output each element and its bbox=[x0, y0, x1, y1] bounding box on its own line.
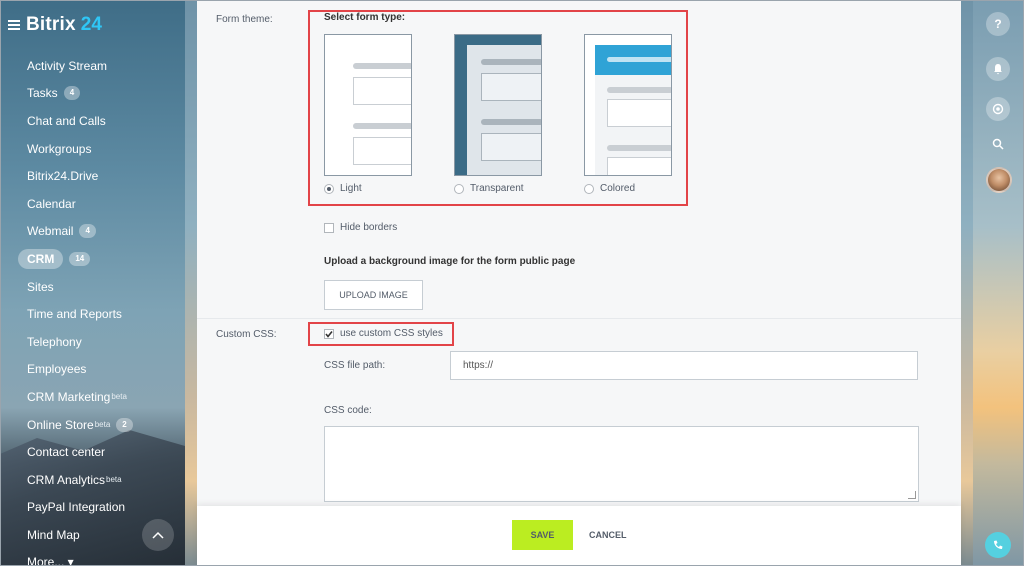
help-icon[interactable]: ? bbox=[986, 12, 1010, 36]
sidebar-item-label: Activity Stream bbox=[27, 58, 108, 73]
sidebar-item-label: Tasks bbox=[27, 86, 58, 101]
use-custom-css-checkbox[interactable]: use custom CSS styles bbox=[324, 328, 443, 339]
phone-icon[interactable] bbox=[985, 532, 1011, 558]
sidebar-item-tasks[interactable]: Tasks 4 bbox=[0, 80, 185, 108]
beta-badge: beta bbox=[106, 475, 122, 485]
logo-name: Bitrix bbox=[26, 14, 76, 35]
sidebar-item-label: Mind Map bbox=[27, 527, 80, 542]
upload-image-button[interactable]: UPLOAD IMAGE bbox=[324, 280, 423, 310]
radio-transparent-label: Transparent bbox=[470, 183, 524, 194]
sidebar-item-crm-analytics[interactable]: CRM Analytics beta bbox=[0, 466, 185, 494]
sidebar-item-label: CRM Analytics bbox=[27, 472, 106, 487]
hide-borders-box[interactable] bbox=[324, 222, 334, 233]
chevron-up-icon bbox=[152, 531, 164, 539]
sidebar-nav: Activity Stream Tasks 4 Chat and Calls Workg… bbox=[0, 52, 185, 566]
theme-thumb-colored[interactable] bbox=[584, 34, 672, 176]
sidebar-item-time-and-reports[interactable]: Time and Reports bbox=[0, 300, 185, 328]
sidebar-item-activity-stream[interactable]: Activity Stream bbox=[0, 52, 185, 80]
use-custom-css-label: use custom CSS styles bbox=[340, 328, 443, 339]
sidebar-item-label: Webmail bbox=[27, 224, 74, 239]
chat-search-icon[interactable] bbox=[986, 97, 1010, 121]
sidebar-item-telephony[interactable]: Telephony bbox=[0, 328, 185, 356]
left-sidebar: Bitrix 24 Activity Stream Tasks 4 Chat and … bbox=[0, 0, 185, 566]
bell-icon[interactable] bbox=[986, 57, 1010, 81]
sidebar-item-sites[interactable]: Sites bbox=[0, 273, 185, 301]
count-badge: 14 bbox=[69, 251, 91, 266]
scroll-up-button[interactable] bbox=[142, 519, 174, 551]
radio-colored[interactable]: Colored bbox=[584, 183, 635, 194]
sidebar-item-label: Employees bbox=[27, 362, 87, 377]
css-file-path-label: CSS file path: bbox=[324, 360, 386, 371]
avatar[interactable] bbox=[986, 167, 1012, 193]
form-theme-label: Form theme: bbox=[216, 14, 273, 25]
sidebar-item-employees[interactable]: Employees bbox=[0, 356, 185, 384]
css-code-label: CSS code: bbox=[324, 405, 372, 416]
sidebar-item-label: Time and Reports bbox=[27, 307, 122, 322]
radio-light-dot[interactable] bbox=[324, 183, 334, 194]
sidebar-item-label: Workgroups bbox=[27, 141, 92, 156]
sidebar-item-label: Sites bbox=[27, 279, 54, 294]
css-file-path-input[interactable]: https:// bbox=[450, 351, 918, 380]
beta-badge: beta bbox=[94, 420, 111, 430]
theme-thumb-transparent[interactable] bbox=[454, 34, 542, 176]
hide-borders-checkbox[interactable]: Hide borders bbox=[324, 222, 397, 233]
select-form-type-title: Select form type: bbox=[324, 12, 406, 23]
logo[interactable]: Bitrix 24 bbox=[8, 14, 102, 36]
sidebar-item-more[interactable]: More... ▾ bbox=[0, 549, 185, 566]
sidebar-item-workgroups[interactable]: Workgroups bbox=[0, 135, 185, 163]
sidebar-item-paypal-integration[interactable]: PayPal Integration bbox=[0, 494, 185, 522]
sidebar-item-label: Telephony bbox=[27, 334, 82, 349]
logo-version: 24 bbox=[80, 14, 102, 35]
radio-light[interactable]: Light bbox=[324, 183, 362, 194]
resize-handle[interactable] bbox=[908, 491, 916, 499]
sidebar-item-label: Contact center bbox=[27, 445, 106, 460]
section-divider bbox=[197, 318, 961, 319]
custom-css-label: Custom CSS: bbox=[216, 329, 277, 340]
radio-transparent-dot[interactable] bbox=[454, 183, 464, 194]
sidebar-item-bitrix24-drive[interactable]: Bitrix24.Drive bbox=[0, 162, 185, 190]
sidebar-item-online-store[interactable]: Online Store beta 2 bbox=[0, 411, 185, 439]
cancel-button[interactable]: CANCEL bbox=[589, 520, 627, 550]
sidebar-item-crm-marketing[interactable]: CRM Marketing beta bbox=[0, 383, 185, 411]
sidebar-item-label: More... ▾ bbox=[27, 555, 74, 566]
sidebar-item-chat-and-calls[interactable]: Chat and Calls bbox=[0, 107, 185, 135]
menu-icon[interactable] bbox=[8, 20, 20, 30]
sidebar-item-label: Chat and Calls bbox=[27, 113, 106, 128]
sidebar-item-webmail[interactable]: Webmail 4 bbox=[0, 218, 185, 246]
sidebar-item-label: Calendar bbox=[27, 196, 76, 211]
form-settings-panel: Form theme: Select form type: Light Tran… bbox=[197, 0, 961, 506]
sidebar-item-crm[interactable]: CRM 14 bbox=[0, 245, 185, 273]
count-badge: 2 bbox=[116, 417, 133, 432]
sidebar-item-calendar[interactable]: Calendar bbox=[0, 190, 185, 218]
sidebar-item-label: CRM bbox=[18, 248, 64, 269]
upload-title: Upload a background image for the form p… bbox=[324, 256, 576, 267]
radio-transparent[interactable]: Transparent bbox=[454, 183, 524, 194]
sidebar-item-label: PayPal Integration bbox=[27, 500, 126, 515]
count-badge: 4 bbox=[79, 224, 96, 239]
sidebar-item-label: Online Store bbox=[27, 417, 94, 432]
save-button[interactable]: SAVE bbox=[512, 520, 573, 550]
radio-colored-label: Colored bbox=[600, 183, 636, 194]
radio-colored-dot[interactable] bbox=[584, 183, 594, 194]
sidebar-item-label: Bitrix24.Drive bbox=[27, 169, 99, 184]
theme-thumb-light[interactable] bbox=[324, 34, 412, 176]
hide-borders-label: Hide borders bbox=[340, 222, 398, 233]
search-icon[interactable] bbox=[986, 132, 1010, 156]
radio-light-label: Light bbox=[340, 183, 362, 194]
form-footer: SAVE CANCEL bbox=[197, 506, 961, 566]
check-icon bbox=[325, 330, 333, 338]
beta-badge: beta bbox=[111, 392, 127, 402]
count-badge: 4 bbox=[63, 86, 81, 101]
sidebar-item-label: CRM Marketing bbox=[27, 389, 111, 404]
css-code-textarea[interactable] bbox=[324, 426, 919, 502]
sidebar-item-contact-center[interactable]: Contact center bbox=[0, 438, 185, 466]
use-custom-css-box[interactable] bbox=[324, 328, 334, 339]
right-toolbar: ? bbox=[973, 0, 1024, 566]
